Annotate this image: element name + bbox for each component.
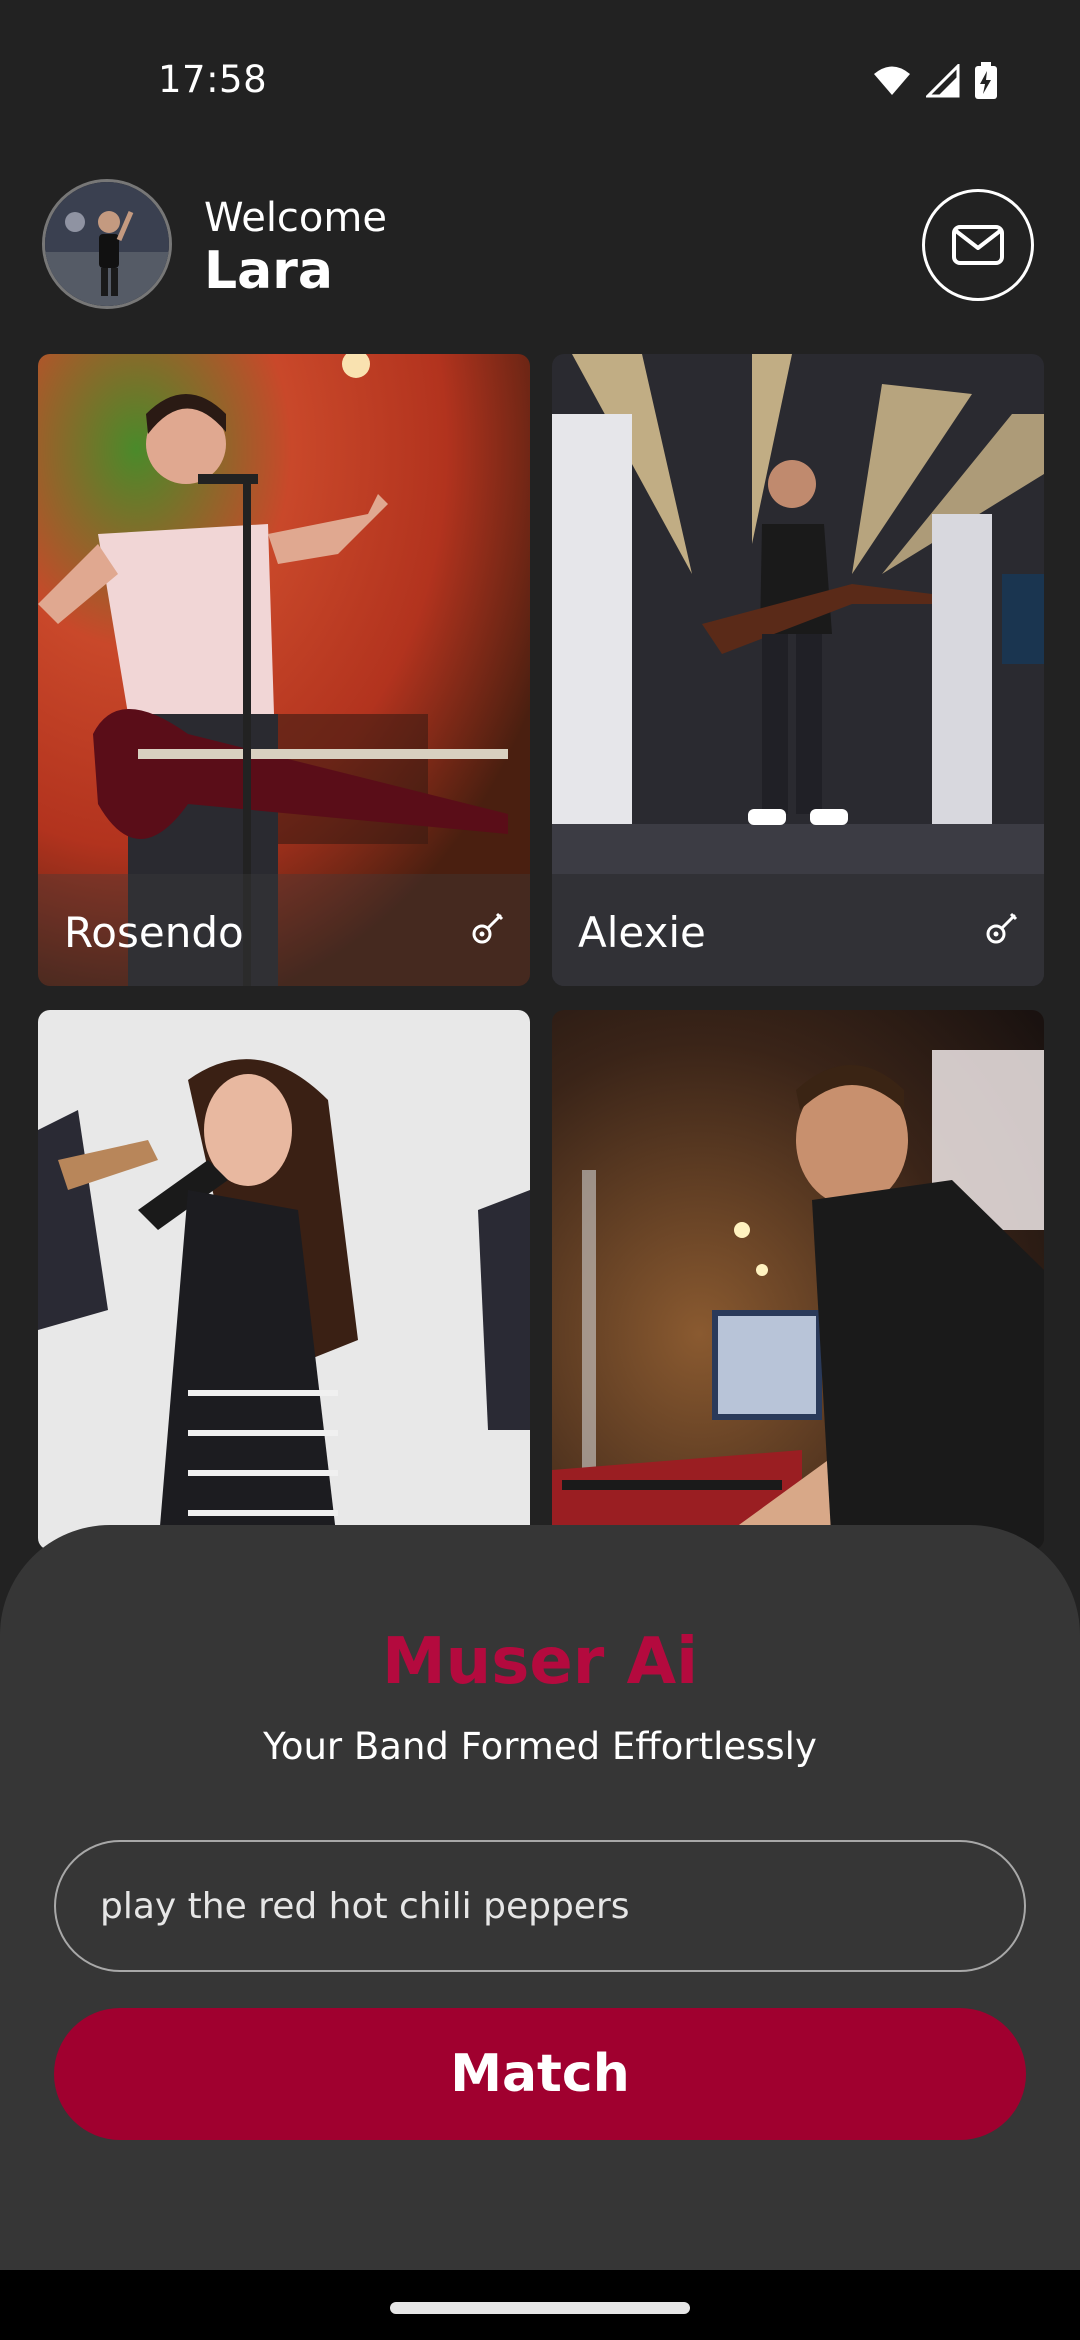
status-time: 17:58 xyxy=(158,58,268,101)
musician-card[interactable]: Alexie xyxy=(552,354,1044,986)
musician-photo xyxy=(552,1010,1044,1550)
wifi-icon xyxy=(874,66,910,95)
status-bar: 17:58 xyxy=(0,0,1080,160)
band-prompt-input[interactable] xyxy=(54,1840,1026,1972)
match-button[interactable]: Match xyxy=(54,2008,1026,2140)
musician-card[interactable] xyxy=(38,1010,530,1550)
brand-tagline: Your Band Formed Effortlessly xyxy=(263,1725,817,1768)
guitar-icon xyxy=(986,912,1018,944)
mail-icon xyxy=(952,225,1004,265)
header: Welcome Lara xyxy=(0,175,1080,315)
musician-card[interactable]: Rosendo xyxy=(38,354,530,986)
battery-charging-icon xyxy=(975,62,997,99)
messages-button[interactable] xyxy=(922,189,1034,301)
system-nav-bar xyxy=(0,2270,1080,2340)
system-icons xyxy=(872,62,998,100)
cell-signal-icon xyxy=(926,64,960,98)
home-gesture-handle[interactable] xyxy=(390,2302,690,2314)
card-caption: Alexie xyxy=(552,874,1044,986)
musician-card[interactable] xyxy=(552,1010,1044,1550)
musician-name: Alexie xyxy=(578,908,706,957)
user-avatar[interactable] xyxy=(42,179,172,309)
card-caption: Rosendo xyxy=(38,874,530,986)
welcome-label: Welcome xyxy=(204,195,387,241)
match-panel: Muser Ai Your Band Formed Effortlessly M… xyxy=(0,1525,1080,2270)
musician-name: Rosendo xyxy=(64,908,244,957)
guitar-icon xyxy=(472,912,504,944)
musician-photo xyxy=(38,1010,530,1550)
brand-title: Muser Ai xyxy=(381,1625,699,1699)
user-name: Lara xyxy=(204,241,333,301)
